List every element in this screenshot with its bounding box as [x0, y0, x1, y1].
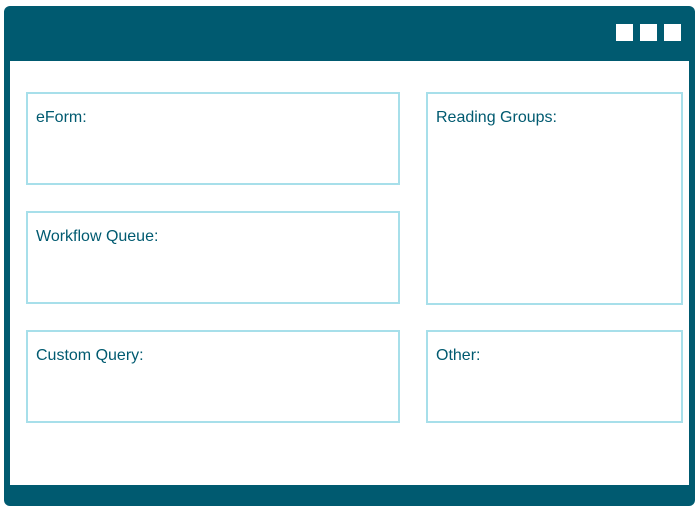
workflow-queue-panel[interactable]: Workflow Queue:: [26, 211, 400, 304]
square-button-icon[interactable]: [616, 24, 633, 41]
workflow-queue-label: Workflow Queue:: [36, 228, 159, 245]
custom-query-panel[interactable]: Custom Query:: [26, 330, 400, 423]
content-area: eForm: Workflow Queue: Custom Query: Rea…: [10, 61, 689, 485]
other-panel[interactable]: Other:: [426, 330, 683, 423]
other-label: Other:: [436, 347, 481, 364]
app-window: eForm: Workflow Queue: Custom Query: Rea…: [4, 6, 695, 506]
reading-groups-label: Reading Groups:: [436, 109, 557, 126]
title-bar: [4, 6, 695, 61]
custom-query-label: Custom Query:: [36, 347, 144, 364]
square-button-icon[interactable]: [640, 24, 657, 41]
eform-label: eForm:: [36, 109, 87, 126]
square-button-icon[interactable]: [664, 24, 681, 41]
reading-groups-panel[interactable]: Reading Groups:: [426, 92, 683, 305]
eform-panel[interactable]: eForm:: [26, 92, 400, 185]
